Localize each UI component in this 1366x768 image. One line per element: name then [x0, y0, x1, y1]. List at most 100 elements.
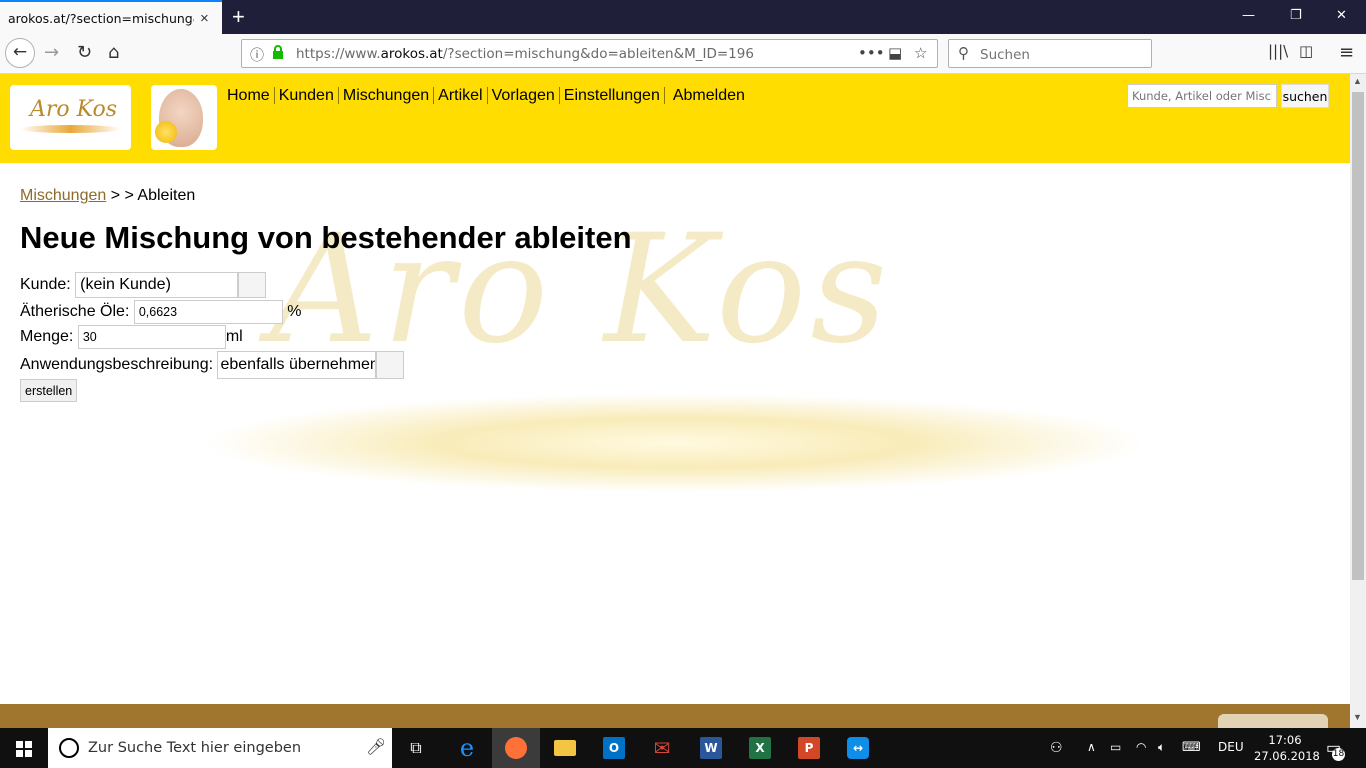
menge-unit: ml: [225, 328, 243, 346]
info-icon[interactable]: ⓘ: [250, 45, 264, 65]
watermark-water-ripple: [200, 393, 1150, 493]
url-bar[interactable]: ⓘ https://www.arokos.at/?section=mischun…: [241, 39, 938, 68]
url-text: https://www.arokos.at/?section=mischung&…: [296, 46, 754, 62]
nav-abmelden[interactable]: Abmelden: [663, 87, 749, 104]
tab-title: arokos.at/?section=mischung&do=: [8, 11, 194, 26]
home-icon[interactable]: ⌂: [108, 42, 119, 63]
sidebar-icon[interactable]: ◫: [1299, 42, 1313, 60]
site-logo[interactable]: Aro Kos: [10, 85, 131, 150]
taskbar-search-placeholder: Zur Suche Text hier eingeben: [88, 740, 302, 756]
window-minimize-button[interactable]: —: [1242, 8, 1255, 23]
pocket-icon[interactable]: ⬓: [888, 44, 902, 62]
browser-tab[interactable]: arokos.at/?section=mischung&do= ×: [0, 0, 222, 34]
form-row-menge: Menge: 30 ml: [20, 325, 243, 349]
cortana-icon: [59, 738, 79, 758]
battery-icon[interactable]: ▭: [1110, 740, 1121, 754]
page-scrollbar[interactable]: ▲ ▼: [1350, 74, 1366, 728]
tray-expand-icon[interactable]: ∧: [1087, 740, 1096, 754]
scroll-up-icon[interactable]: ▲: [1353, 76, 1362, 86]
scroll-thumb[interactable]: [1352, 92, 1364, 580]
site-search-button[interactable]: suchen: [1281, 84, 1329, 108]
clock-date: 27.06.2018: [1254, 749, 1320, 763]
people-icon[interactable]: ⚇: [1050, 740, 1063, 756]
file-explorer-icon[interactable]: [541, 728, 589, 768]
oele-unit: %: [287, 303, 302, 321]
site-header: Aro Kos Home Kunden Mischungen Artikel Vorla…: [0, 74, 1350, 163]
microphone-icon[interactable]: 🎤︎: [366, 737, 386, 757]
nav-einstellungen[interactable]: Einstellungen: [558, 87, 664, 104]
clock-time: 17:06: [1268, 733, 1302, 747]
browser-titlebar: arokos.at/?section=mischung&do= × + — ❐ …: [0, 0, 1366, 34]
logo-text: Aro Kos: [30, 97, 118, 122]
search-icon: ⚲: [958, 45, 969, 62]
breadcrumb: Mischungen > > Ableiten: [20, 187, 195, 205]
back-arrow-icon[interactable]: ←: [5, 38, 35, 68]
wifi-icon[interactable]: ◠: [1136, 740, 1146, 754]
notification-count: 18: [1332, 748, 1345, 761]
windows-logo-icon: [16, 741, 32, 757]
browser-search-placeholder: Suchen: [980, 47, 1030, 63]
flower-image: [155, 121, 177, 143]
clock[interactable]: 17:06 27.06.2018: [1254, 732, 1320, 764]
lock-icon: [273, 45, 283, 59]
taskbar-search-input[interactable]: Zur Suche Text hier eingeben 🎤︎: [48, 728, 392, 768]
window-close-button[interactable]: ✕: [1336, 8, 1347, 23]
scroll-down-icon[interactable]: ▼: [1353, 712, 1362, 722]
form-row-kunde: Kunde: (kein Kunde): [20, 272, 267, 298]
library-icon[interactable]: |||\: [1268, 42, 1288, 60]
excel-icon[interactable]: X: [736, 728, 784, 768]
kunde-select[interactable]: (kein Kunde): [75, 272, 239, 298]
page-title: Neue Mischung von bestehender ableiten: [20, 220, 632, 255]
teamviewer-icon[interactable]: ↔: [834, 728, 882, 768]
edge-icon[interactable]: e: [443, 728, 491, 768]
logo-wave: [20, 125, 121, 133]
breadcrumb-separator: > >: [106, 187, 138, 204]
nav-artikel[interactable]: Artikel: [433, 87, 487, 104]
kunde-dropdown-button[interactable]: [238, 272, 267, 298]
page-actions-icon[interactable]: •••: [858, 44, 885, 62]
breadcrumb-link-mischungen[interactable]: Mischungen: [20, 187, 106, 204]
tab-close-icon[interactable]: ×: [200, 10, 209, 27]
forward-arrow-icon[interactable]: →: [44, 42, 59, 63]
main-nav: Home Kunden Mischungen Artikel Vorlagen Einst…: [227, 87, 749, 105]
nav-kunden[interactable]: Kunden: [273, 87, 338, 104]
breadcrumb-current: Ableiten: [137, 187, 196, 204]
word-icon[interactable]: W: [687, 728, 735, 768]
oele-label: Ätherische Öle:: [20, 303, 130, 321]
browser-search-input[interactable]: ⚲ Suchen: [948, 39, 1152, 68]
nav-vorlagen[interactable]: Vorlagen: [486, 87, 559, 104]
form-row-anwendung: Anwendungsbeschreibung: ebenfalls überne…: [20, 351, 405, 379]
volume-icon[interactable]: 🔈︎: [1158, 740, 1165, 755]
browser-navbar: ← → ↻ ⌂ ⓘ https://www.arokos.at/?section…: [0, 34, 1366, 74]
header-photo: [151, 85, 217, 150]
reload-icon[interactable]: ↻: [77, 42, 92, 63]
firefox-icon[interactable]: [492, 728, 540, 768]
form-row-oele: Ätherische Öle: 0,6623 %: [20, 300, 302, 324]
keyboard-icon[interactable]: ⌨: [1182, 740, 1201, 755]
bookmark-star-icon[interactable]: ☆: [914, 44, 927, 62]
anwendung-select[interactable]: ebenfalls übernehmen: [217, 351, 377, 379]
windows-taskbar: Zur Suche Text hier eingeben 🎤︎ ⧉ e O ✉ …: [0, 728, 1366, 768]
menge-input[interactable]: 30: [77, 325, 226, 349]
site-search-input[interactable]: [1127, 84, 1277, 108]
start-button[interactable]: [0, 728, 48, 768]
window-restore-button[interactable]: ❐: [1290, 8, 1302, 23]
powerpoint-icon[interactable]: P: [785, 728, 833, 768]
menge-label: Menge:: [20, 328, 74, 346]
nav-mischungen[interactable]: Mischungen: [337, 87, 434, 104]
gmail-icon[interactable]: ✉: [638, 728, 686, 768]
page-viewport: Aro Kos Home Kunden Mischungen Artikel Vorla…: [0, 74, 1350, 728]
site-footer: [0, 704, 1350, 728]
kunde-label: Kunde:: [20, 276, 71, 294]
anwendung-label: Anwendungsbeschreibung:: [20, 356, 214, 374]
new-tab-button[interactable]: +: [232, 4, 245, 30]
menu-icon[interactable]: ≡: [1339, 42, 1354, 63]
create-button[interactable]: erstellen: [20, 379, 78, 402]
nav-home[interactable]: Home: [227, 87, 274, 104]
footer-tab[interactable]: [1218, 714, 1328, 728]
language-indicator[interactable]: DEU: [1218, 740, 1244, 754]
outlook-icon[interactable]: O: [590, 728, 638, 768]
task-view-icon[interactable]: ⧉: [392, 728, 440, 768]
oele-input[interactable]: 0,6623: [133, 300, 283, 324]
anwendung-dropdown-button[interactable]: [376, 351, 405, 379]
